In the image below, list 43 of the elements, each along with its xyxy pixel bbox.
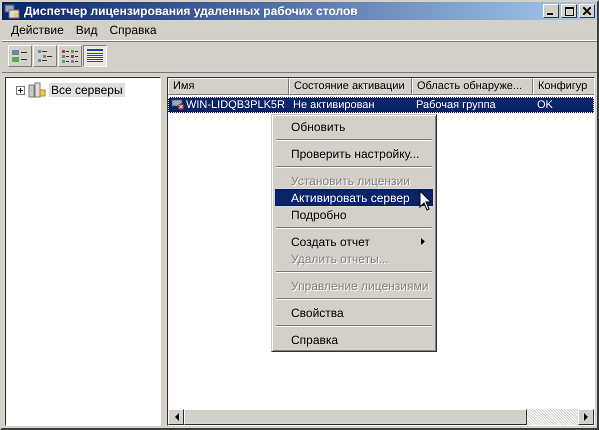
right-arrow-icon: [584, 413, 588, 421]
tree-item[interactable]: Все серверы: [49, 83, 125, 97]
maximize-button[interactable]: [561, 4, 577, 18]
close-icon: [583, 7, 591, 15]
column-header[interactable]: Область обнаруже...: [412, 78, 533, 95]
menu-entry[interactable]: Создать отчет: [275, 233, 433, 250]
column-header[interactable]: Конфигур: [533, 78, 594, 95]
large-icons-view-icon: [11, 48, 29, 64]
scroll-left-button[interactable]: [168, 409, 184, 425]
server-error-icon: [172, 98, 185, 112]
scroll-thumb[interactable]: [184, 409, 527, 425]
menu-item[interactable]: Вид: [70, 23, 104, 37]
small-icons-view-icon: [36, 48, 54, 64]
submenu-arrow-icon: [421, 238, 425, 245]
menu-entry[interactable]: Проверить настройку...: [275, 145, 433, 162]
menu-entry[interactable]: Подробно: [275, 206, 433, 223]
menu-entry[interactable]: Справка: [275, 331, 433, 348]
servers-icon: [28, 82, 46, 98]
server-icon: [4, 3, 20, 19]
menu-entry[interactable]: Активировать сервер: [275, 189, 433, 206]
list-view-icon: [61, 48, 79, 64]
column-header[interactable]: Имя: [168, 78, 289, 95]
scroll-right-button[interactable]: [578, 409, 594, 425]
minimize-button[interactable]: [543, 4, 559, 18]
table-cell: Рабочая группа: [416, 99, 496, 111]
details-view-icon: [86, 48, 104, 64]
menu-entry[interactable]: Свойства: [275, 304, 433, 321]
table-row[interactable]: WIN-LIDQB3PLK5R Не активирован Рабочая группа OK: [168, 97, 594, 113]
table-cell: WIN-LIDQB3PLK5R: [186, 99, 285, 111]
menu-entry[interactable]: Обновить: [275, 118, 433, 135]
column-header[interactable]: Состояние активации: [289, 78, 412, 95]
view-button[interactable]: [83, 45, 107, 67]
close-button[interactable]: [579, 4, 595, 18]
menu-item[interactable]: Действие: [5, 23, 70, 37]
expand-icon[interactable]: [16, 86, 25, 94]
table-cell: Не активирован: [293, 99, 374, 111]
horizontal-scrollbar[interactable]: [168, 409, 594, 425]
menu-item[interactable]: Справка: [103, 23, 163, 37]
left-arrow-icon: [174, 413, 178, 421]
maximize-icon: [564, 6, 574, 16]
table-cell: OK: [537, 99, 553, 111]
mouse-pointer-icon: [419, 190, 433, 212]
window-title: Диспетчер лицензирования удаленных рабочих столов: [24, 4, 359, 18]
